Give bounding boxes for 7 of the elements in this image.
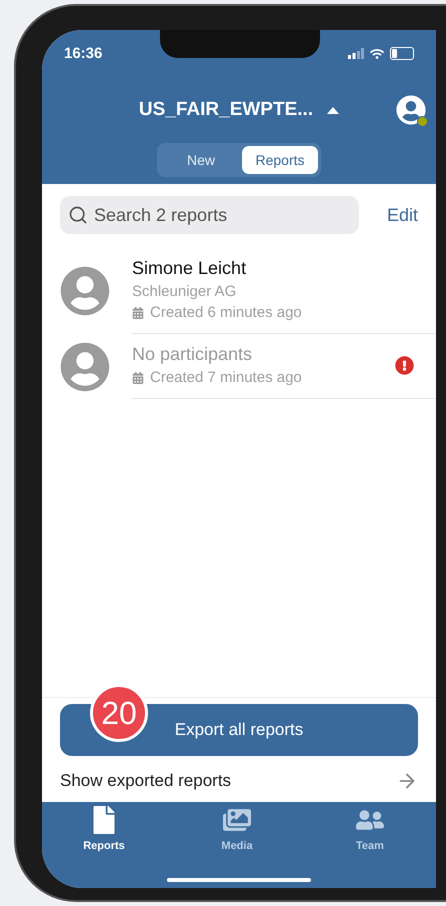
step-number-tooltip: 20 <box>90 684 148 742</box>
company-name: Schleuniger AG <box>132 283 238 300</box>
created-time: Created 6 minutes ago <box>150 304 302 321</box>
report-title: No participants <box>132 344 254 365</box>
report-title: Simone Leicht <box>132 258 248 279</box>
status-time: 16:36 <box>64 45 102 62</box>
created-time: Created 7 minutes ago <box>150 369 302 386</box>
